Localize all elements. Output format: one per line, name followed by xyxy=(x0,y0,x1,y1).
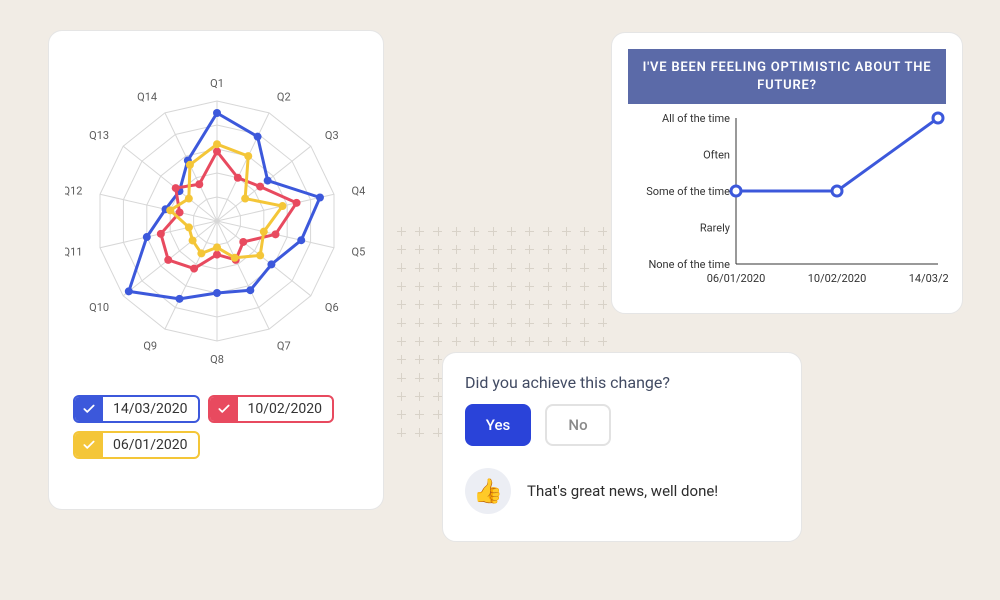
svg-text:Q13: Q13 xyxy=(89,129,109,142)
svg-text:Rarely: Rarely xyxy=(700,222,731,235)
svg-text:Often: Often xyxy=(703,149,730,162)
radar-chart: Q1 Q2 Q3 Q4 Q5 Q6 Q7 Q8 Q9 Q10 Q11 Q12 Q13 Q14 xyxy=(65,51,369,381)
svg-text:Q5: Q5 xyxy=(352,246,366,259)
check-icon xyxy=(210,397,238,421)
change-question: Did you achieve this change? xyxy=(465,373,779,392)
svg-text:Q14: Q14 xyxy=(137,91,157,104)
svg-text:Q7: Q7 xyxy=(277,339,291,352)
svg-text:Q1: Q1 xyxy=(210,77,224,90)
thumbs-up-icon: 👍 xyxy=(465,468,511,514)
svg-text:Q3: Q3 xyxy=(325,129,339,142)
legend-item-1[interactable]: 10/02/2020 xyxy=(208,395,335,423)
svg-text:Some of the time: Some of the time xyxy=(646,185,730,198)
svg-text:Q9: Q9 xyxy=(143,339,157,352)
line-chart-title: I'VE BEEN FEELING OPTIMISTIC ABOUT THE F… xyxy=(628,49,946,104)
legend-label: 06/01/2020 xyxy=(103,437,198,453)
legend-label: 10/02/2020 xyxy=(238,401,333,417)
legend-item-0[interactable]: 14/03/2020 xyxy=(73,395,200,423)
svg-text:None of the time: None of the time xyxy=(648,258,730,271)
svg-text:Q12: Q12 xyxy=(65,184,82,197)
radar-legend: 14/03/2020 10/02/2020 06/01/2020 xyxy=(65,381,367,459)
svg-text:Q11: Q11 xyxy=(65,246,82,259)
svg-text:14/03/2020: 14/03/2020 xyxy=(909,272,948,285)
legend-item-2[interactable]: 06/01/2020 xyxy=(73,431,200,459)
svg-text:10/02/2020: 10/02/2020 xyxy=(808,272,867,285)
svg-text:Q4: Q4 xyxy=(352,184,366,197)
change-message: That's great news, well done! xyxy=(527,482,718,500)
svg-text:06/01/2020: 06/01/2020 xyxy=(707,272,766,285)
change-card: Did you achieve this change? Yes No 👍 Th… xyxy=(442,352,802,542)
yes-button[interactable]: Yes xyxy=(465,404,531,446)
check-icon xyxy=(75,397,103,421)
no-button[interactable]: No xyxy=(545,404,611,446)
line-chart: None of the time Rarely Some of the time Of… xyxy=(628,104,948,304)
check-icon xyxy=(75,433,103,457)
line-chart-card: I'VE BEEN FEELING OPTIMISTIC ABOUT THE F… xyxy=(611,32,963,314)
radar-chart-card: Q1 Q2 Q3 Q4 Q5 Q6 Q7 Q8 Q9 Q10 Q11 Q12 Q13 Q14 14/03/… xyxy=(48,30,384,510)
svg-text:All of the time: All of the time xyxy=(662,112,730,125)
legend-label: 14/03/2020 xyxy=(103,401,198,417)
svg-text:Q2: Q2 xyxy=(277,91,291,104)
svg-text:Q8: Q8 xyxy=(210,353,224,366)
svg-text:Q6: Q6 xyxy=(325,301,339,314)
svg-text:Q10: Q10 xyxy=(89,301,109,314)
